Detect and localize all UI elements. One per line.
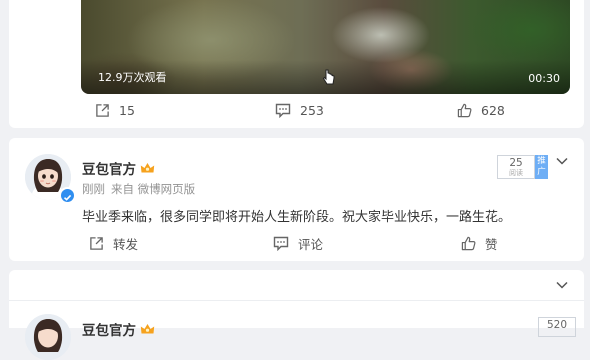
read-label: 阅读 xyxy=(509,169,523,177)
repost-label: 转发 xyxy=(113,237,139,252)
post-meta: 刚刚 来自 微博网页版 xyxy=(82,181,201,197)
post-time[interactable]: 刚刚 xyxy=(82,182,105,196)
comment-button[interactable]: 253 xyxy=(275,103,324,118)
verified-badge-icon xyxy=(59,187,76,204)
comment-icon xyxy=(275,103,291,118)
hand-cursor-icon xyxy=(322,69,335,85)
repost-count: 15 xyxy=(119,103,135,118)
comment-icon xyxy=(273,236,289,251)
like-label: 赞 xyxy=(485,237,498,252)
read-count: 520 xyxy=(546,319,568,331)
like-button[interactable]: 628 xyxy=(457,103,505,118)
author-row: 豆包官方 xyxy=(82,158,155,178)
share-icon xyxy=(90,237,103,250)
comment-count: 253 xyxy=(300,103,324,118)
post-actions: 转发 评论 赞 xyxy=(81,234,570,254)
repost-button[interactable]: 15 xyxy=(95,103,135,118)
repost-button[interactable]: 转发 xyxy=(89,234,138,253)
author-name[interactable]: 豆包官方 xyxy=(82,158,136,178)
video-player[interactable]: 12.9万次观看 00:30 xyxy=(81,0,570,94)
comment-button[interactable]: 评论 xyxy=(273,234,323,253)
author-name[interactable]: 豆包官方 xyxy=(82,319,136,339)
avatar[interactable] xyxy=(25,314,71,360)
divider xyxy=(9,300,584,301)
crown-icon xyxy=(140,323,155,333)
video-post-card: 12.9万次观看 00:30 15 253 628 xyxy=(9,0,584,128)
next-post-card: 豆包官方 520 xyxy=(9,270,584,360)
post-card: 豆包官方 刚刚 来自 微博网页版 25 阅读 推广 毕业季来临，很多同学即将开始人… xyxy=(9,138,584,261)
read-count-box: 520 xyxy=(538,317,576,337)
share-icon xyxy=(96,104,109,117)
read-count-box: 25 阅读 xyxy=(497,155,535,179)
like-count: 628 xyxy=(481,103,505,118)
video-duration: 00:30 xyxy=(528,72,560,85)
thumbs-up-icon xyxy=(461,236,476,251)
comment-label: 评论 xyxy=(298,237,324,252)
promote-button[interactable]: 推广 xyxy=(535,155,548,179)
video-post-actions: 15 253 628 xyxy=(81,103,570,123)
crown-icon xyxy=(140,162,155,172)
post-source: 来自 微博网页版 xyxy=(111,182,196,196)
video-view-count: 12.9万次观看 xyxy=(98,71,167,84)
chevron-down-icon[interactable] xyxy=(556,157,568,165)
thumbs-up-icon xyxy=(457,103,472,118)
post-text: 毕业季来临，很多同学即将开始人生新阶段。祝大家毕业快乐，一路生花。 xyxy=(82,210,512,225)
author-row: 豆包官方 xyxy=(82,319,155,339)
like-button[interactable]: 赞 xyxy=(461,234,498,253)
avatar-illustration xyxy=(25,314,71,360)
read-count: 25 xyxy=(509,157,523,169)
chevron-down-icon[interactable] xyxy=(556,281,568,289)
